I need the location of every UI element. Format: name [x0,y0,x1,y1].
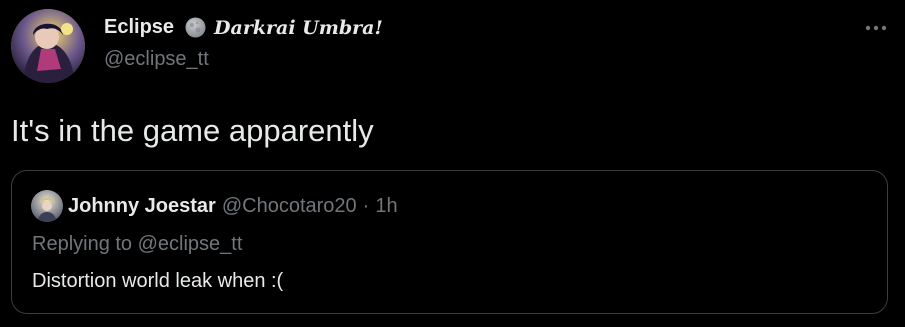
quoted-tweet-text: Distortion world leak when :( [32,270,284,292]
author-display-name-extra: Darkrai Umbra! [214,16,383,39]
tweet-text: It's in the game apparently [11,113,374,148]
avatar[interactable] [11,9,85,83]
more-options-button[interactable] [858,18,894,38]
quoted-author-handle[interactable]: @Chocotaro20 [222,195,357,218]
quoted-tweet-header: Johnny Joestar @Chocotaro20 · 1h [68,195,398,218]
author-name-row: Eclipse Darkrai Umbra! [104,16,383,39]
quoted-tweet-time[interactable]: 1h [375,195,397,218]
moon-icon [185,17,206,38]
quoted-author-avatar [31,190,63,222]
quoted-tweet-card[interactable]: Johnny Joestar @Chocotaro20 · 1h Replyin… [11,170,888,314]
author-display-name[interactable]: Eclipse [104,16,174,39]
replying-to-label: Replying to @eclipse_tt [32,233,243,255]
quoted-author-name[interactable]: Johnny Joestar [68,195,216,218]
avatar-image [11,9,85,83]
author-handle[interactable]: @eclipse_tt [104,48,209,71]
separator-dot: · [362,195,370,217]
more-horizontal-icon [865,25,887,31]
